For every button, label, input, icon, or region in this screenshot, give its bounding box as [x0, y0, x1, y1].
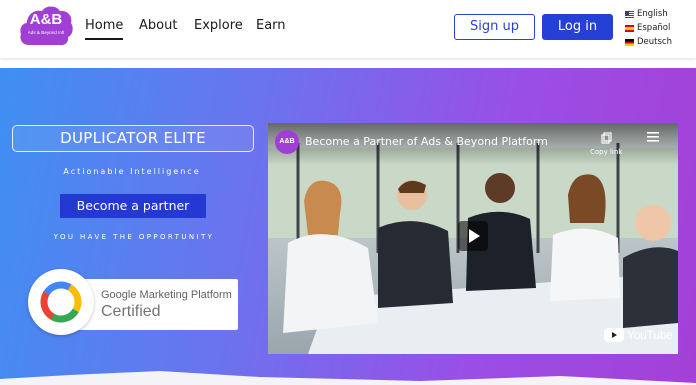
youtube-logo[interactable]: YouTube [604, 328, 673, 342]
germany-flag-icon [625, 38, 634, 46]
badge-platform-rest: Marketing Platform [136, 289, 232, 301]
nav-about-link[interactable]: About [139, 18, 177, 33]
youtube-label: YouTube [627, 328, 673, 342]
us-flag-icon [625, 10, 634, 18]
youtube-icon [604, 328, 624, 342]
channel-avatar[interactable]: A&B [275, 130, 299, 154]
badge-google-word: Google [101, 289, 137, 301]
hero-tagline: Actionable Intelligence [63, 167, 201, 176]
google-marketing-platform-logo [28, 269, 94, 335]
copy-link-icon[interactable] [601, 132, 613, 144]
hero-bottom-wave [0, 371, 696, 385]
copy-link-label[interactable]: Copy link [590, 148, 622, 156]
spain-flag-icon [625, 24, 634, 32]
login-button[interactable]: Log in [542, 14, 613, 40]
language-label: Deutsch [637, 37, 672, 47]
nav-explore-link[interactable]: Explore [194, 18, 243, 33]
logo-subtitle: Ads & Beyond Intl [27, 30, 65, 35]
nav-home-link[interactable]: Home [85, 18, 124, 40]
language-switcher: English Español Deutsch [625, 7, 672, 49]
badge-certified-text: Certified [101, 303, 161, 320]
signup-button[interactable]: Sign up [454, 14, 535, 40]
hero-title: DUPLICATOR ELITE [12, 125, 254, 152]
logo-title: A&B [29, 11, 63, 28]
video-player[interactable]: A&B Become a Partner of Ads & Beyond Pla… [268, 123, 678, 354]
hero-section: DUPLICATOR ELITE Actionable Intelligence… [0, 68, 696, 385]
language-option-spanish[interactable]: Español [625, 21, 672, 35]
play-icon[interactable] [458, 221, 488, 251]
top-header: A&B Ads & Beyond Intl Home About Explore… [0, 0, 696, 58]
language-label: English [637, 9, 668, 19]
video-title[interactable]: Become a Partner of Ads & Beyond Platfor… [305, 135, 548, 148]
brand-logo[interactable]: A&B Ads & Beyond Intl [19, 5, 73, 47]
video-menu-icon[interactable] [647, 132, 659, 142]
gmp-ring-icon [40, 281, 82, 323]
become-partner-button[interactable]: Become a partner [60, 194, 206, 218]
nav-earn-link[interactable]: Earn [256, 18, 286, 33]
language-label: Español [637, 23, 671, 33]
hero-subtext: YOU HAVE THE OPPORTUNITY [53, 233, 215, 241]
language-option-english[interactable]: English [625, 7, 672, 21]
language-option-german[interactable]: Deutsch [625, 35, 672, 49]
badge-platform-name: Google Marketing Platform [101, 289, 232, 301]
